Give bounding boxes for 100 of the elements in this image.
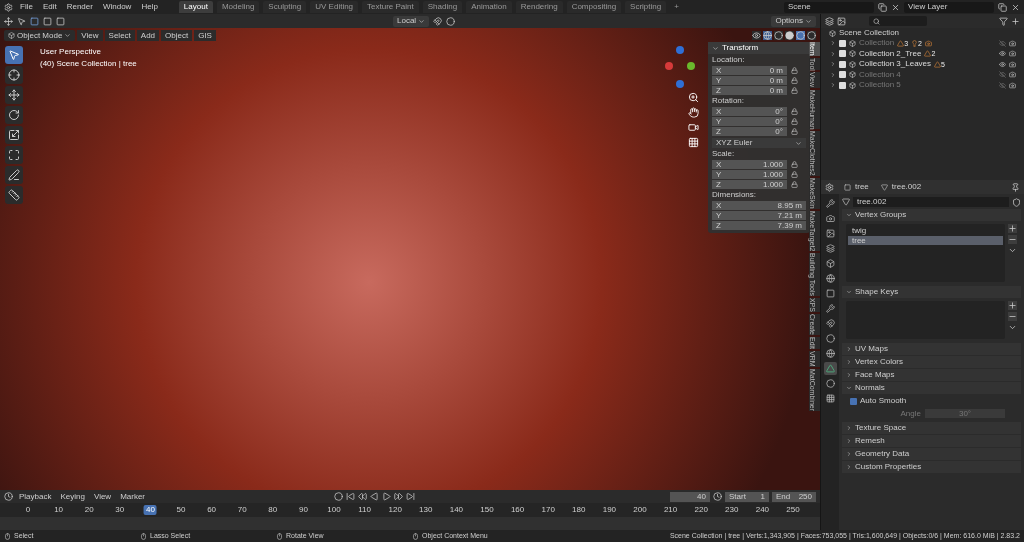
checkbox[interactable] <box>839 60 846 68</box>
timeline-ruler[interactable]: 0 10 20 30 40 50 60 70 80 90 100 110 120 130 140 150 160 170 180 190 200 210 220 230 240 250 <box>0 503 820 517</box>
expand-icon[interactable] <box>846 372 852 378</box>
lock-icon[interactable] <box>791 86 798 94</box>
viewport-menu[interactable]: Object <box>161 30 193 41</box>
panel-title[interactable]: UV Maps <box>855 343 888 355</box>
rendered-shading-icon[interactable] <box>807 31 816 40</box>
square-icon[interactable] <box>43 16 52 26</box>
number-field[interactable]: Y 0 m <box>712 75 787 85</box>
lock-icon[interactable] <box>791 170 798 178</box>
lock-icon[interactable] <box>791 66 798 74</box>
expand-icon[interactable] <box>846 464 852 470</box>
add-icon[interactable] <box>1008 301 1017 310</box>
menu-item[interactable]: Edit <box>39 1 60 13</box>
square-icon[interactable] <box>30 16 39 26</box>
viewport-menu[interactable]: GIS <box>194 30 216 41</box>
workspace-tab[interactable]: Shading <box>422 1 463 13</box>
solid-shading-icon[interactable] <box>785 31 794 40</box>
viewport-menu[interactable]: View <box>77 30 103 41</box>
grid-icon[interactable] <box>688 137 699 148</box>
triangle-icon[interactable] <box>823 362 837 375</box>
checkbox[interactable] <box>839 71 846 79</box>
layers-icon[interactable] <box>823 242 837 255</box>
number-field[interactable]: X 8.95 m <box>712 200 806 210</box>
lock-icon[interactable] <box>791 76 798 84</box>
play-reverse-icon[interactable] <box>370 492 380 501</box>
bulb-icon[interactable] <box>911 39 919 47</box>
jump-start-icon[interactable] <box>346 492 356 501</box>
panel-title[interactable]: Normals <box>855 382 885 394</box>
scene-field[interactable]: Scene <box>784 1 874 13</box>
checkbox[interactable] <box>839 81 846 89</box>
image-icon[interactable] <box>837 16 846 26</box>
timeline-menu[interactable]: Marker <box>117 490 149 503</box>
image-icon[interactable] <box>823 227 837 240</box>
search-field[interactable] <box>869 16 927 26</box>
rotation-mode-dropdown[interactable]: XYZ Euler <box>712 138 806 148</box>
play-icon[interactable] <box>382 492 392 501</box>
collapse-icon[interactable] <box>846 212 852 218</box>
copy-icon[interactable] <box>878 2 887 12</box>
checkbox[interactable] <box>839 50 846 58</box>
cube-icon[interactable] <box>823 257 837 270</box>
eye-icon[interactable] <box>999 60 1006 68</box>
rewind-icon[interactable] <box>358 492 368 501</box>
lock-icon[interactable] <box>791 180 798 188</box>
crosshair-icon[interactable] <box>5 66 23 84</box>
collapse-icon[interactable] <box>846 289 852 295</box>
expand-icon[interactable] <box>846 359 852 365</box>
mode-dropdown[interactable]: Object Mode <box>4 30 76 41</box>
timeline-menu[interactable]: View <box>90 490 115 503</box>
globe-icon[interactable] <box>823 347 837 360</box>
record-icon[interactable] <box>334 492 344 501</box>
menu-item[interactable]: File <box>17 1 36 13</box>
checkbox[interactable] <box>850 397 857 405</box>
number-field[interactable]: X 0 m <box>712 65 787 75</box>
camera-icon[interactable] <box>688 122 699 133</box>
wrench-icon[interactable] <box>823 197 837 210</box>
number-field[interactable]: Z 0° <box>712 126 787 136</box>
list-item[interactable]: twig <box>848 226 1003 235</box>
options-dropdown[interactable]: Options <box>771 15 816 27</box>
lock-icon[interactable] <box>791 117 798 125</box>
expand-icon[interactable] <box>846 346 852 352</box>
maximize-icon[interactable] <box>5 146 23 164</box>
remove-icon[interactable] <box>1008 312 1017 321</box>
lock-icon[interactable] <box>791 127 798 135</box>
magnet-icon[interactable] <box>823 317 837 330</box>
expand-icon[interactable] <box>846 425 852 431</box>
jump-end-icon[interactable] <box>406 492 416 501</box>
outliner-item[interactable]: Collection 3_Leaves <box>859 58 932 71</box>
camera-icon[interactable] <box>823 212 837 225</box>
number-field[interactable]: Z 1.000 <box>712 179 787 189</box>
caret-icon[interactable] <box>1008 246 1017 255</box>
square-icon[interactable] <box>823 287 837 300</box>
start-frame-field[interactable]: Start 1 <box>725 491 769 502</box>
close-icon[interactable] <box>1011 2 1020 12</box>
workspace-tab[interactable]: Modeling <box>216 1 260 13</box>
pin-icon[interactable] <box>1011 182 1020 192</box>
viewport-menu[interactable]: Add <box>136 30 160 41</box>
end-frame-field[interactable]: End 250 <box>772 491 816 502</box>
navigation-gizmo[interactable] <box>664 44 696 88</box>
orientation-dropdown[interactable]: Local <box>393 15 430 27</box>
number-field[interactable]: Y 7.21 m <box>712 210 806 220</box>
hand-icon[interactable] <box>688 107 699 118</box>
viewport-menu[interactable]: Select <box>104 30 135 41</box>
copy-icon[interactable] <box>998 2 1007 12</box>
new-collection-icon[interactable] <box>1011 16 1020 26</box>
rotate-icon[interactable] <box>5 106 23 124</box>
wireframe-shading-icon[interactable] <box>774 31 783 40</box>
pointer-icon[interactable] <box>5 46 23 64</box>
timeline-menu[interactable]: Keying <box>57 490 88 503</box>
number-field[interactable]: Z 7.39 m <box>712 220 806 230</box>
scale-icon[interactable] <box>5 126 23 144</box>
number-field[interactable]: X 0° <box>712 106 787 116</box>
lock-icon[interactable] <box>791 160 798 168</box>
workspace-tab[interactable]: Sculpting <box>263 1 307 13</box>
ruler-icon[interactable] <box>5 186 23 204</box>
caret-icon[interactable] <box>1008 323 1017 332</box>
grid-icon[interactable] <box>823 392 837 405</box>
timeline-menu[interactable]: Playback <box>16 490 55 503</box>
wrench-icon[interactable] <box>823 302 837 315</box>
lock-icon[interactable] <box>791 107 798 115</box>
